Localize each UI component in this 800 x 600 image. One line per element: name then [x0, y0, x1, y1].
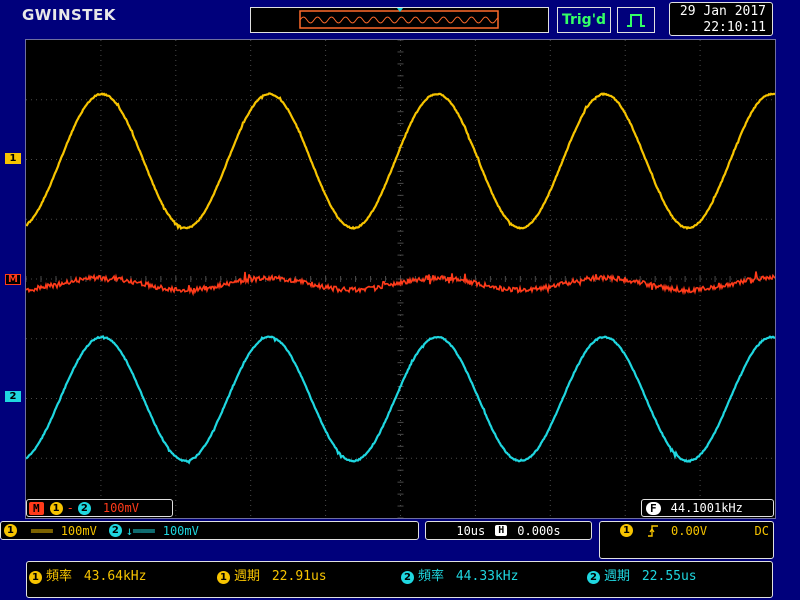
date-time-display: 29 Jan 2017 22:10:11 [669, 2, 773, 36]
measure-channel-circle: 2 [401, 571, 414, 584]
waveform-overview[interactable] [250, 7, 549, 33]
measure-label: 頻率 [418, 569, 444, 584]
math-scale: 100mV [103, 501, 139, 515]
rising-edge-icon [647, 524, 659, 541]
horizontal-icon: H [495, 525, 507, 536]
measurement-ch2-frequency: 2 頻率 44.33kHz [401, 565, 518, 584]
measurement-bar: 1 頻率 43.64kHz 1 週期 22.91us 2 頻率 44.33kHz 2週… [26, 561, 773, 598]
measure-channel-circle: 1 [217, 571, 230, 584]
date-text: 29 Jan 2017 [670, 4, 766, 20]
measurement-ch1-period: 1 週期 22.91us [217, 565, 327, 584]
counter-badge: F [646, 502, 661, 515]
measure-channel-circle: 1 [29, 571, 42, 584]
ch1-indicator: 1 [4, 524, 17, 537]
math-ground-marker[interactable]: M [5, 274, 21, 285]
timebase-box[interactable]: 10us H 0.000s [425, 521, 592, 540]
trigger-status: Trig'd [557, 7, 611, 33]
math-label[interactable]: M 1 - 2 100mV [26, 499, 173, 517]
counter-value: 44.1001kHz [671, 501, 743, 515]
channel-settings-bar[interactable]: 1 ═══ 100mV 2 ↓═══ 100mV [0, 521, 419, 540]
ch1-scale: 100mV [61, 524, 97, 538]
brand-logo: GWINSTEK [22, 6, 116, 24]
math-badge: M [29, 502, 44, 515]
measure-label: 週期 [234, 569, 260, 584]
measure-channel-circle: 2 [587, 571, 600, 584]
trigger-settings-box[interactable]: 1 0.00V DC [599, 521, 774, 559]
trigger-source: 1 [620, 524, 633, 537]
pulse-icon [617, 7, 655, 33]
timebase-position: 0.000s [517, 524, 560, 538]
waveform-display[interactable] [25, 39, 776, 519]
measure-value: 22.55us [642, 569, 697, 584]
ch2-indicator: 2 [109, 524, 122, 537]
ch1-circle: 1 [50, 502, 63, 515]
measurement-ch2-period: 2 週期 22.55us [587, 565, 697, 584]
trigger-coupling: DC [755, 524, 769, 538]
measure-value: 44.33kHz [456, 569, 519, 584]
ch2-coupling-icon: ↓═══ [126, 524, 155, 538]
trigger-level: 0.00V [671, 524, 707, 538]
frequency-counter: F 44.1001kHz [641, 499, 774, 517]
time-text: 22:10:11 [670, 20, 766, 36]
graticule [26, 40, 775, 518]
ch2-scale: 100mV [163, 524, 199, 538]
measure-value: 43.64kHz [84, 569, 147, 584]
ch1-ground-marker[interactable]: 1 [5, 153, 21, 164]
ch2-circle: 2 [78, 502, 91, 515]
scope-canvas [26, 40, 775, 518]
measure-label: 頻率 [46, 569, 72, 584]
overview-trace [300, 17, 498, 23]
ch1-coupling-icon: ═══ [31, 524, 53, 538]
measurement-ch1-frequency: 1 頻率 43.64kHz [29, 565, 146, 584]
math-operator: - [67, 501, 74, 515]
measure-value: 22.91us [272, 569, 327, 584]
timebase-scale: 10us [456, 524, 485, 538]
ch2-ground-marker[interactable]: 2 [5, 391, 21, 402]
overview-wave [251, 8, 548, 32]
measure-label: 週期 [604, 569, 630, 584]
ch1-trace [26, 94, 775, 229]
